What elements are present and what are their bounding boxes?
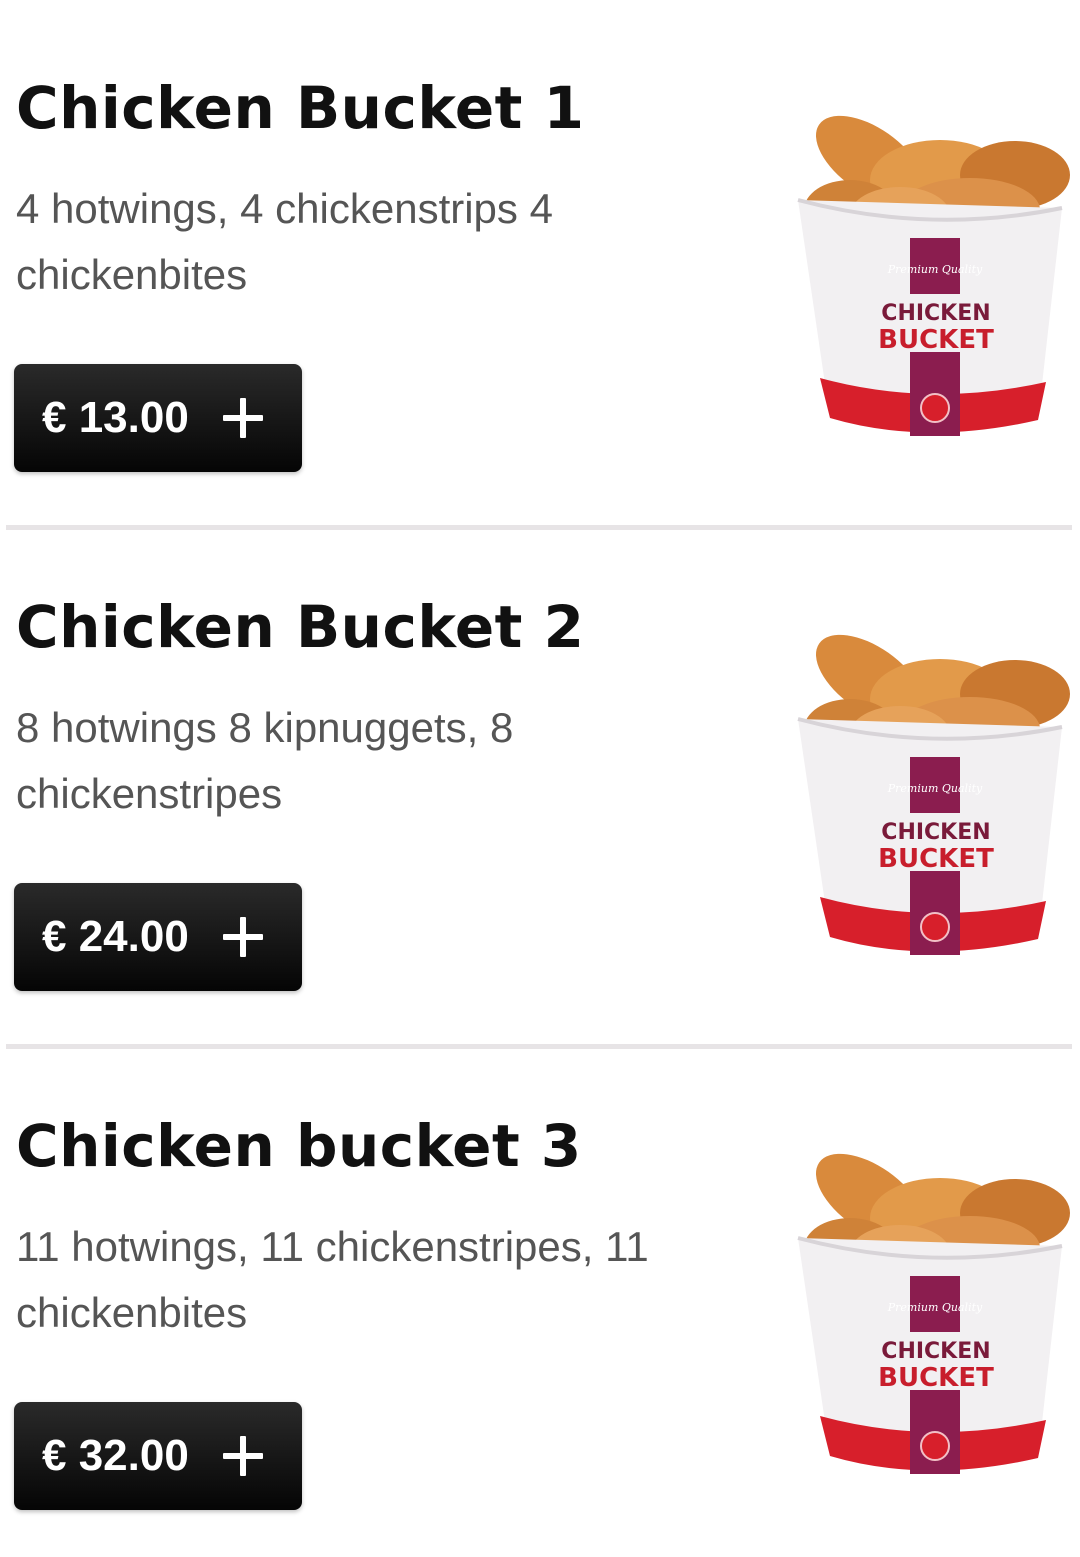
chicken-bucket-image: Premium Quality CHICKEN BUCKET bbox=[797, 115, 1070, 436]
bucket-label-bottom: BUCKET bbox=[878, 1363, 994, 1393]
item-description: 4 hotwings, 4 chickenstrips 4 chickenbit… bbox=[16, 185, 553, 298]
item-price: € 32.00 bbox=[42, 1431, 189, 1480]
bucket-label-bottom: BUCKET bbox=[878, 844, 994, 874]
bucket-label-top: CHICKEN bbox=[881, 301, 990, 326]
menu-item[interactable]: Chicken Bucket 1 4 hotwings, 4 chickenst… bbox=[0, 0, 1080, 530]
chicken-bucket-image: Premium Quality CHICKEN BUCKET bbox=[797, 634, 1070, 955]
bucket-label-top: CHICKEN bbox=[881, 820, 990, 845]
add-to-cart-button[interactable]: € 32.00 bbox=[14, 1402, 302, 1510]
item-description: 8 hotwings 8 kipnuggets, 8 chickenstripe… bbox=[16, 704, 514, 817]
bucket-script-text: Premium Quality bbox=[887, 263, 983, 276]
chicken-bucket-image: Premium Quality CHICKEN BUCKET bbox=[797, 1153, 1070, 1474]
item-price: € 24.00 bbox=[42, 912, 189, 961]
add-to-cart-button[interactable]: € 13.00 bbox=[14, 364, 302, 472]
item-price: € 13.00 bbox=[42, 393, 189, 442]
add-to-cart-button[interactable]: € 24.00 bbox=[14, 883, 302, 991]
bucket-script-text: Premium Quality bbox=[887, 1301, 983, 1314]
plus-icon bbox=[222, 917, 263, 957]
bucket-script-text: Premium Quality bbox=[887, 782, 983, 795]
menu-item[interactable]: Chicken Bucket 2 8 hotwings 8 kipnuggets… bbox=[0, 519, 1080, 1049]
menu-item[interactable]: Chicken bucket 3 11 hotwings, 11 chicken… bbox=[0, 1038, 1080, 1557]
item-title: Chicken bucket 3 bbox=[16, 1112, 582, 1180]
plus-icon bbox=[222, 398, 263, 438]
plus-icon bbox=[222, 1436, 263, 1476]
bucket-label-top: CHICKEN bbox=[881, 1339, 990, 1364]
item-title: Chicken Bucket 2 bbox=[16, 593, 585, 661]
item-description: 11 hotwings, 11 chickenstripes, 11 chick… bbox=[16, 1223, 649, 1336]
bucket-label-bottom: BUCKET bbox=[878, 325, 994, 355]
item-title: Chicken Bucket 1 bbox=[16, 74, 585, 142]
